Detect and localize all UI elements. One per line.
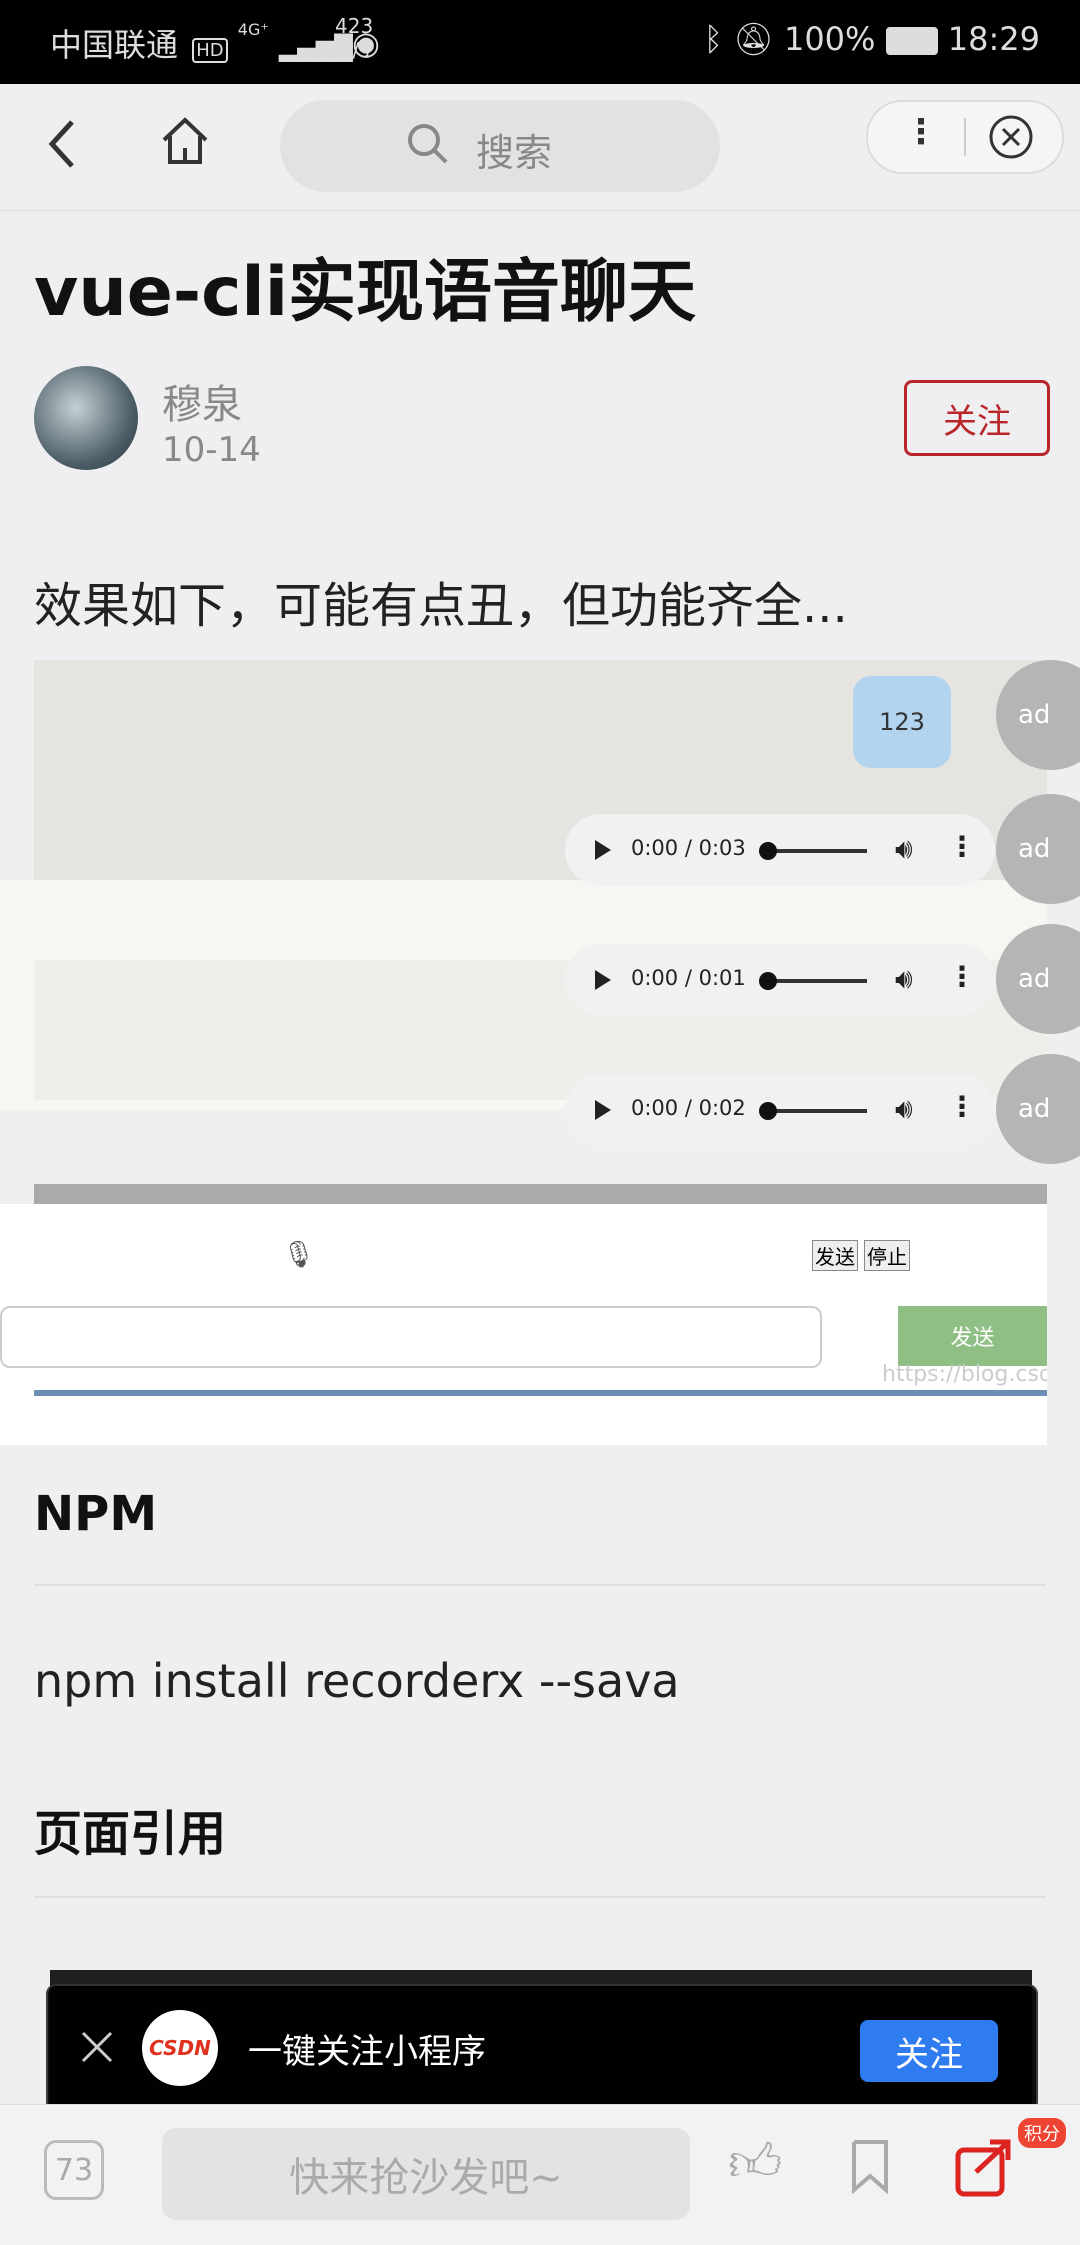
image-input-box	[0, 1306, 822, 1368]
time-label: 18:29	[947, 20, 1040, 58]
progress-knob	[759, 842, 777, 860]
image-blue-line	[34, 1390, 1047, 1396]
home-icon[interactable]	[160, 116, 210, 166]
audio-player: 0:00 / 0:03 🔊︎ ⋮	[565, 814, 995, 886]
divider	[34, 1896, 1046, 1898]
back-arrow-icon[interactable]	[44, 118, 84, 170]
eye-icon: ◉	[352, 24, 380, 62]
more-vertical-icon: ⋮	[948, 1090, 976, 1123]
search-icon	[408, 124, 448, 164]
progress-knob	[759, 972, 777, 990]
image-gray-bar	[34, 1184, 1047, 1204]
more-vertical-icon: ⋮	[948, 960, 976, 993]
battery-label: 100%	[783, 20, 876, 58]
search-placeholder: 搜索	[476, 131, 553, 175]
progress-track	[765, 979, 867, 983]
progress-track	[765, 849, 867, 853]
mic-icon: 🎙︎	[282, 1240, 316, 1270]
article-image: 🎙︎ 发送 停止 发送 https://blog.csdn	[0, 660, 1047, 1445]
author-name[interactable]: 穆泉	[162, 372, 242, 430]
section-heading-usage: 页面引用	[34, 1806, 227, 1862]
bookmark-icon[interactable]	[850, 2140, 890, 2194]
search-input[interactable]: 搜索	[280, 100, 720, 192]
close-icon[interactable]	[80, 2030, 114, 2064]
audio-time: 0:00 / 0:01	[631, 966, 746, 990]
audio-player: 0:00 / 0:01 🔊︎ ⋮	[565, 944, 995, 1016]
play-icon	[595, 970, 611, 990]
small-stop-button: 停止	[864, 1240, 910, 1271]
status-left: 中国联通 HD 4G⁺ ▂▄▆█	[50, 20, 353, 66]
chat-bubble: 123	[853, 676, 951, 768]
progress-track	[765, 1109, 867, 1113]
divider	[34, 1584, 1046, 1586]
audio-player: 0:00 / 0:02 🔊︎ ⋮	[565, 1074, 995, 1146]
follow-button[interactable]: 关注	[904, 380, 1050, 456]
comment-input[interactable]: 快来抢沙发吧~	[162, 2128, 690, 2220]
small-send-button: 发送	[812, 1240, 858, 1271]
image-send-button: 发送	[898, 1306, 1047, 1366]
section-heading-npm: NPM	[34, 1486, 158, 1542]
status-right: ᛒ 🔕︎ 100% 18:29	[704, 20, 1040, 58]
npm-command: npm install recorderx --sava	[34, 1654, 680, 1708]
comment-count: 73	[54, 2152, 94, 2188]
play-icon	[595, 840, 611, 860]
carrier-label: 中国联通	[50, 26, 179, 64]
audio-time: 0:00 / 0:03	[631, 836, 746, 860]
page-title: vue-cli实现语音聊天	[34, 253, 697, 332]
more-vertical-icon[interactable]: ⋮	[904, 112, 938, 152]
volume-icon: 🔊︎	[895, 1092, 913, 1125]
banner-follow-button[interactable]: 关注	[860, 2020, 998, 2082]
close-circle-icon[interactable]	[988, 114, 1034, 160]
progress-knob	[759, 1102, 777, 1120]
comment-icon[interactable]: 73	[44, 2140, 104, 2200]
intro-text: 效果如下，可能有点丑，但功能齐全...	[34, 578, 848, 634]
audio-time: 0:00 / 0:02	[631, 1096, 746, 1120]
csdn-logo: CSDN	[142, 2010, 218, 2086]
volume-icon: 🔊︎	[895, 962, 913, 995]
battery-icon	[885, 27, 938, 55]
signal-label: 4G⁺	[237, 20, 269, 39]
avatar[interactable]	[34, 366, 138, 470]
volume-icon: 🔊︎	[895, 832, 913, 865]
more-vertical-icon: ⋮	[948, 830, 976, 863]
points-badge: 积分	[1018, 2118, 1066, 2148]
banner-text: 一键关注小程序	[248, 2032, 486, 2072]
hd-badge: HD	[192, 38, 228, 63]
mute-icon: 🔕︎	[733, 20, 774, 58]
bluetooth-icon: ᛒ	[703, 20, 723, 58]
capsule-menu: ⋮	[866, 100, 1064, 174]
play-icon	[595, 1100, 611, 1120]
share-icon[interactable]	[954, 2136, 1016, 2198]
capsule-divider	[964, 118, 966, 156]
post-date: 10-14	[162, 430, 261, 470]
image-watermark: https://blog.csdn	[882, 1362, 1047, 1387]
like-icon[interactable]: 👍︎	[728, 2132, 782, 2194]
status-bar: 中国联通 HD 4G⁺ ▂▄▆█ 423 B/s ◉ ᛒ 🔕︎ 100% 18:…	[0, 0, 1080, 84]
